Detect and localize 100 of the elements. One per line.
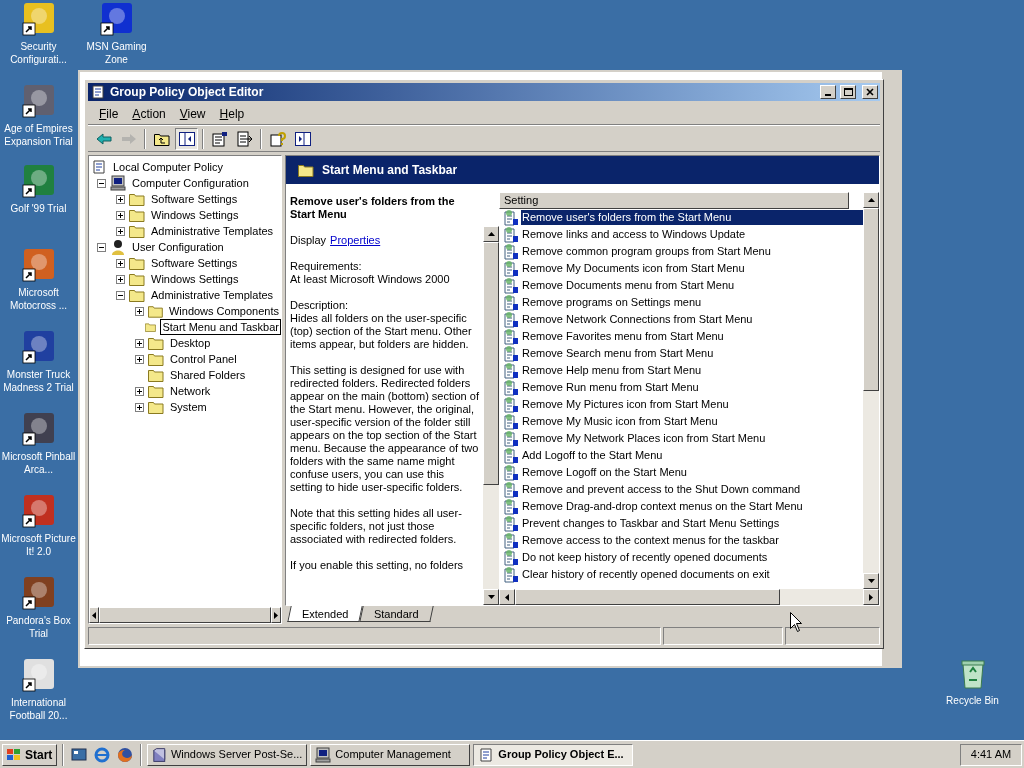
shortcut-icon[interactable] <box>21 658 56 692</box>
shortcut-icon[interactable] <box>21 494 56 528</box>
desktop-icon-label[interactable]: MSN Gaming Zone <box>78 40 155 66</box>
menu-item[interactable]: Help <box>212 104 252 123</box>
expand-icon[interactable] <box>116 194 125 204</box>
setting-row[interactable]: Remove and prevent access to the Shut Down command <box>521 482 802 497</box>
shortcut-icon[interactable] <box>21 2 56 36</box>
tree-item[interactable]: Windows Settings <box>149 207 241 223</box>
tree-item[interactable]: Administrative Templates <box>149 287 276 303</box>
tree-item[interactable]: Desktop <box>168 335 213 351</box>
expand-icon[interactable] <box>116 226 125 236</box>
setting-row[interactable]: Remove Documents menu from Start Menu <box>521 278 736 293</box>
desktop-icon-label[interactable]: Monster Truck Madness 2 Trial <box>0 368 77 394</box>
setting-page-icon <box>503 515 519 532</box>
desktop-icon-label[interactable]: Age of Empires Expansion Trial <box>0 122 77 148</box>
desktop-icon-label[interactable]: Microsoft Picture It! 2.0 <box>0 532 77 558</box>
expand-icon[interactable] <box>116 210 125 220</box>
menu-item[interactable]: File <box>92 104 126 123</box>
collapse-icon[interactable] <box>97 178 106 188</box>
expand-icon[interactable] <box>135 338 144 348</box>
tree-item[interactable]: Windows Settings <box>149 271 241 287</box>
tree-item[interactable]: Shared Folders <box>168 367 248 383</box>
tree-item[interactable]: Computer Configuration <box>130 175 251 191</box>
tree-item[interactable]: Start Menu and Taskbar <box>160 319 281 335</box>
tree-item[interactable]: Windows Components <box>166 303 281 319</box>
setting-row[interactable]: Remove user's folders from the Start Menu <box>521 210 863 225</box>
desktop-icon-label[interactable]: Pandora's Box Trial <box>0 614 77 640</box>
setting-row[interactable]: Remove common program groups from Start Menu <box>521 244 772 259</box>
setting-row[interactable]: Remove My Documents icon from Start Menu <box>521 261 746 276</box>
start-button[interactable]: Start <box>2 743 58 766</box>
desktop-icon[interactable] <box>71 746 88 763</box>
view-tab[interactable]: Extended <box>287 606 364 622</box>
expand-icon[interactable] <box>135 306 144 316</box>
shortcut-icon[interactable] <box>21 248 56 282</box>
tree-item[interactable]: System <box>168 399 209 415</box>
setting-row[interactable]: Remove My Music icon from Start Menu <box>521 414 719 429</box>
setting-row[interactable]: Prevent changes to Taskbar and Start Menu Settings <box>521 516 781 531</box>
collapse-icon[interactable] <box>97 242 106 252</box>
desktop-icon-label[interactable]: Security Configurati... <box>0 40 77 66</box>
tree-item[interactable]: Local Computer Policy <box>111 159 226 175</box>
taskbar-button[interactable]: Windows Server Post-Se... <box>147 743 308 766</box>
setting-row[interactable]: Do not keep history of recently opened documents <box>521 550 769 565</box>
expand-icon[interactable] <box>135 402 144 412</box>
setting-page-icon <box>503 549 519 566</box>
setting-row[interactable]: Clear history of recently opened documents on exit <box>521 567 771 582</box>
setting-row[interactable]: Remove programs on Settings menu <box>521 295 703 310</box>
setting-row[interactable]: Remove My Pictures icon from Start Menu <box>521 397 730 412</box>
expand-icon[interactable] <box>135 354 144 364</box>
shortcut-icon[interactable] <box>21 412 56 446</box>
setting-row[interactable]: Remove Drag-and-drop context menus on the Start Menu <box>521 499 804 514</box>
horizontal-scrollbar[interactable] <box>499 589 879 605</box>
desktop-icon-label[interactable]: International Football 20... <box>0 696 77 722</box>
minimize-button[interactable] <box>820 85 836 99</box>
setting-row[interactable]: Remove Help menu from Start Menu <box>521 363 703 378</box>
desktop-icon-label[interactable]: Golf '99 Trial <box>10 202 67 215</box>
horizontal-scrollbar[interactable] <box>89 607 281 623</box>
globe-fox-icon[interactable] <box>117 746 134 763</box>
shortcut-icon[interactable] <box>21 576 56 610</box>
vertical-scrollbar[interactable] <box>863 192 879 589</box>
vertical-scrollbar[interactable] <box>483 226 499 605</box>
taskbar-button[interactable]: Group Policy Object E... <box>473 743 634 766</box>
menu-item[interactable]: Action <box>125 104 173 123</box>
shortcut-icon[interactable] <box>21 164 56 198</box>
desktop-icon-label[interactable]: Microsoft Pinball Arca... <box>0 450 77 476</box>
desktop-icon-label[interactable]: Recycle Bin <box>946 694 999 707</box>
setting-row[interactable]: Remove Search menu from Start Menu <box>521 346 715 361</box>
shortcut-icon[interactable] <box>99 2 134 36</box>
setting-row[interactable]: Remove access to the context menus for the taskbar <box>521 533 780 548</box>
view-tab[interactable]: Standard <box>359 606 434 622</box>
setting-row[interactable]: Remove Network Connections from Start Menu <box>521 312 754 327</box>
setting-row[interactable]: Remove My Network Places icon from Start Menu <box>521 431 767 446</box>
expand-icon[interactable] <box>116 274 125 284</box>
setting-row[interactable]: Remove Favorites menu from Start Menu <box>521 329 725 344</box>
tree-item[interactable]: Network <box>168 383 213 399</box>
setting-page-icon <box>503 498 519 515</box>
tree-item[interactable]: Software Settings <box>149 255 240 271</box>
close-button[interactable] <box>862 85 878 99</box>
shortcut-icon[interactable] <box>21 84 56 118</box>
tree-item[interactable]: Software Settings <box>149 191 240 207</box>
expand-icon[interactable] <box>135 386 144 396</box>
properties-link[interactable]: Properties <box>330 234 381 247</box>
toolbar-button[interactable] <box>175 127 198 150</box>
setting-row[interactable]: Add Logoff to the Start Menu <box>521 448 664 463</box>
folder-icon <box>129 192 145 206</box>
setting-page-icon <box>503 532 519 549</box>
taskbar-button[interactable]: Computer Management <box>310 743 471 766</box>
setting-row[interactable]: Remove links and access to Windows Update <box>521 227 747 242</box>
setting-row[interactable]: Remove Run menu from Start Menu <box>521 380 700 395</box>
tree-item[interactable]: Control Panel <box>168 351 239 367</box>
browser-e-icon[interactable] <box>94 746 111 763</box>
maximize-button[interactable] <box>840 85 856 99</box>
desktop-icon-label[interactable]: Microsoft Motocross ... <box>0 286 77 312</box>
menu-item[interactable]: View <box>172 104 213 123</box>
setting-row[interactable]: Remove Logoff on the Start Menu <box>521 465 688 480</box>
tree-item[interactable]: Administrative Templates <box>149 223 276 239</box>
shortcut-icon[interactable] <box>21 330 56 364</box>
collapse-icon[interactable] <box>116 290 125 300</box>
column-header[interactable]: Setting <box>499 192 849 209</box>
expand-icon[interactable] <box>116 258 125 268</box>
tree-item[interactable]: User Configuration <box>130 239 226 255</box>
